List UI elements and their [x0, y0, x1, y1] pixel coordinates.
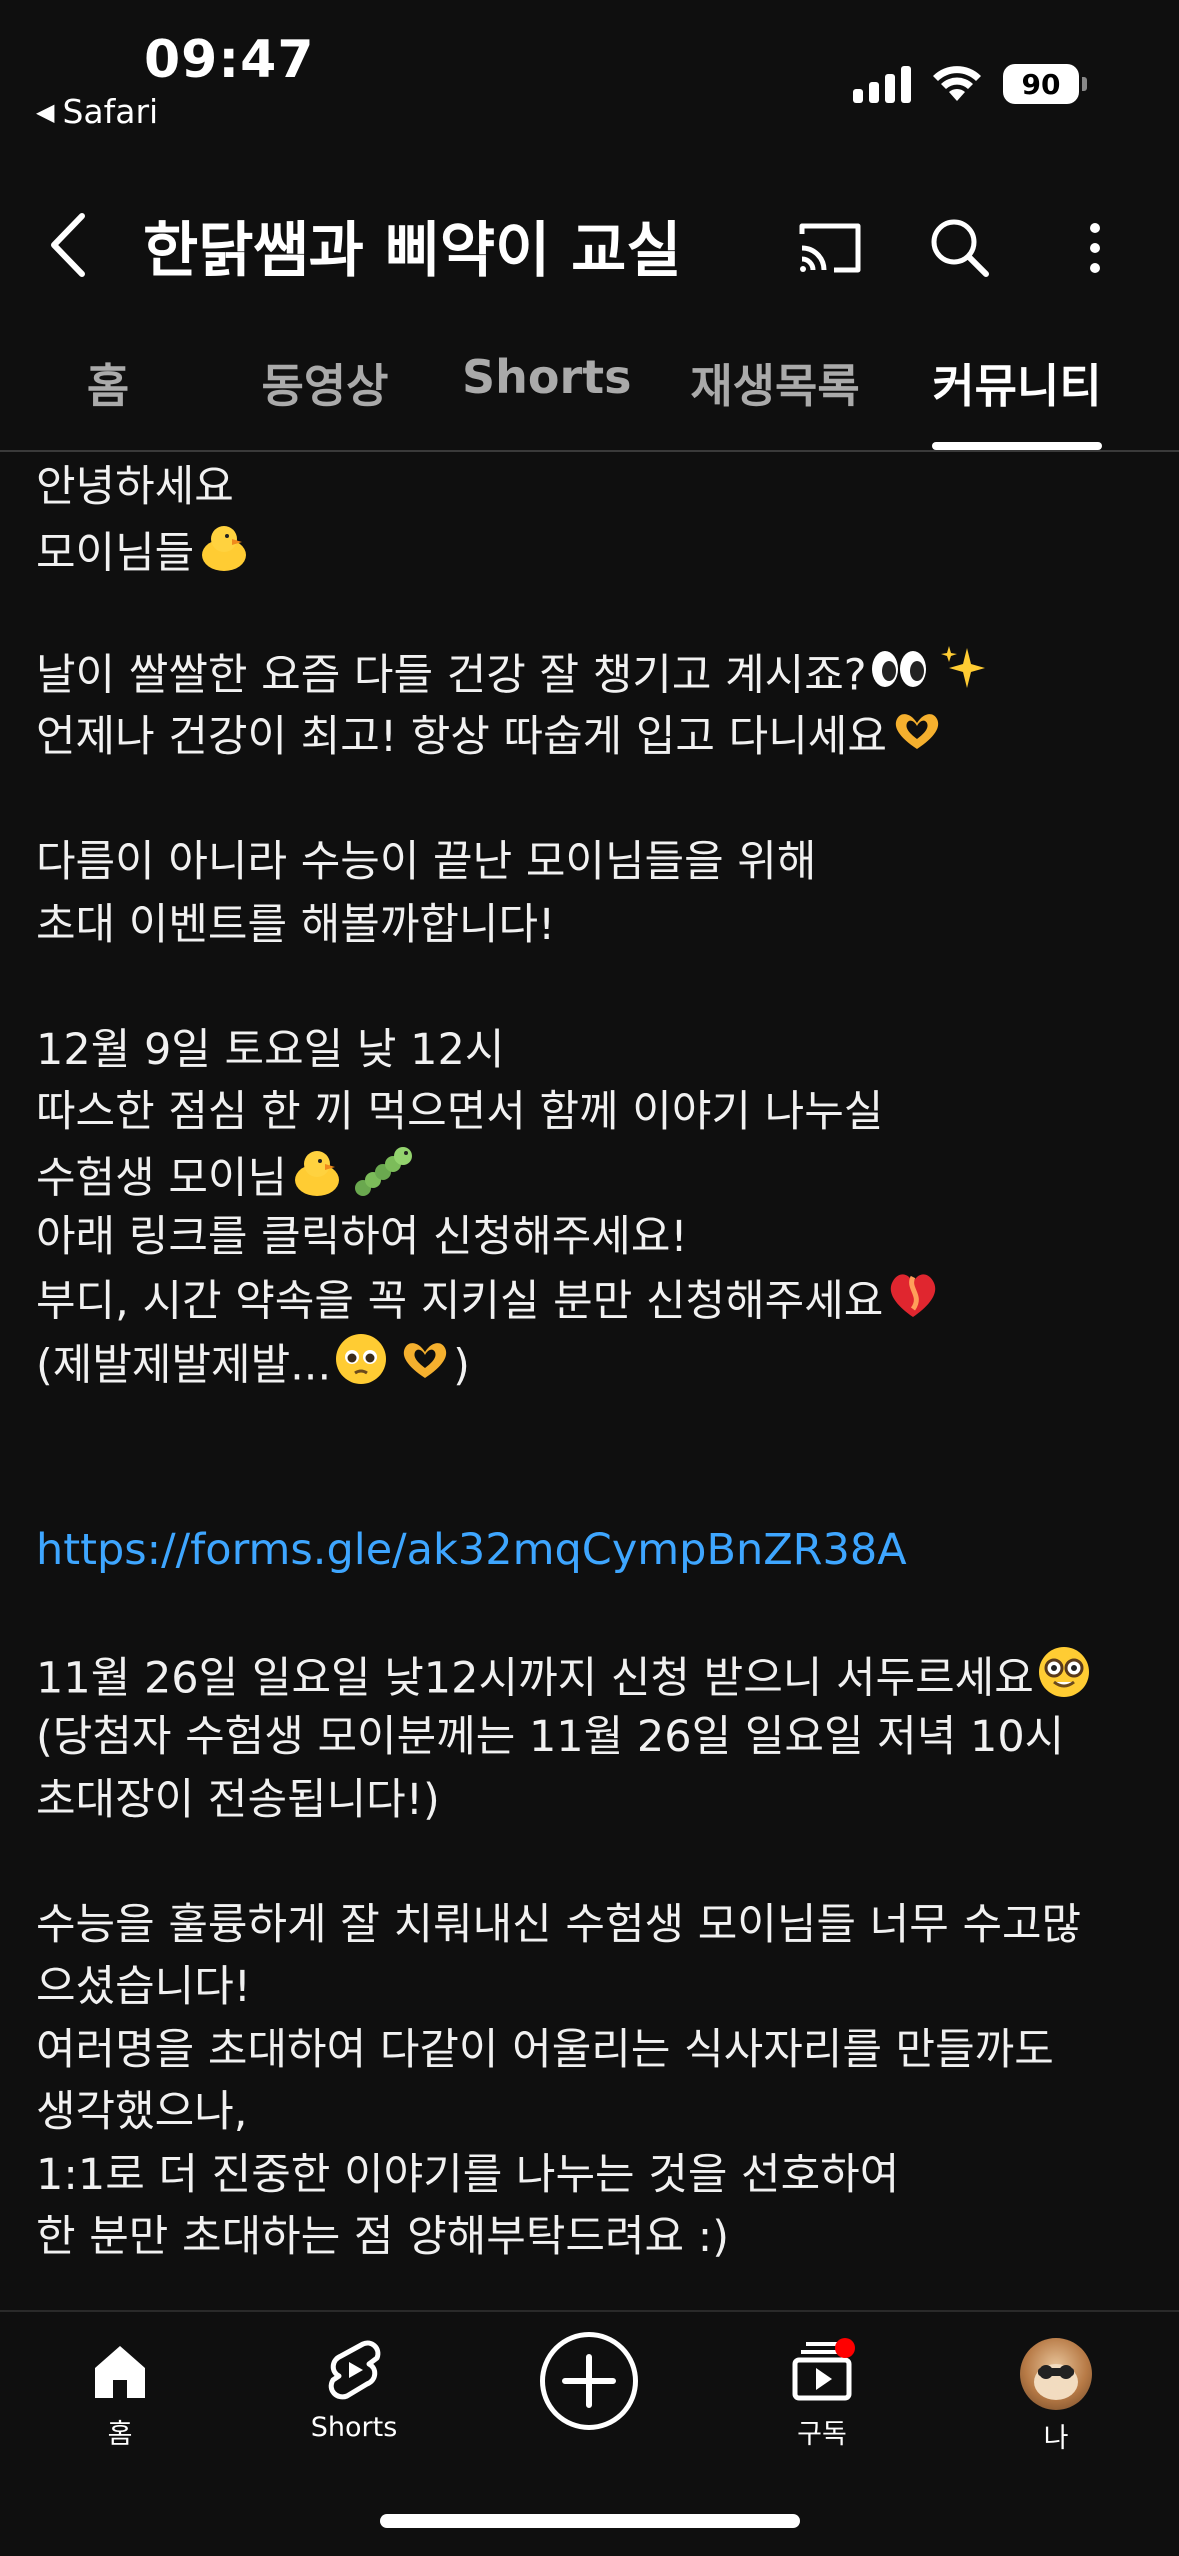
post-line: 초대장이 전송됩니다!) — [36, 1774, 440, 1825]
nav-shorts-label: Shorts — [310, 2412, 398, 2443]
post-line: 모이님들 — [36, 519, 1146, 582]
channel-tabs: 홈 동영상 Shorts 재생목록 커뮤니티 — [0, 340, 1179, 452]
post-line: 초대 이벤트를 해볼까합니다! — [36, 899, 556, 950]
post-line: 날이 쌀쌀한 요즘 다들 건강 잘 챙기고 계시죠? — [36, 644, 1146, 707]
tab-home[interactable]: 홈 — [78, 350, 138, 416]
paren-close: ) — [453, 1340, 470, 1391]
post-line: https://forms.gle/ak32mqCympBnZR38A — [36, 1519, 1146, 1582]
nav-subscriptions[interactable]: 구독 — [722, 2326, 922, 2451]
post-line: 수능을 훌륭하게 잘 치뤄내신 수험생 모이님들 너무 수고많 — [36, 1899, 1082, 1950]
heart-hands-emoji-icon — [397, 1337, 453, 1400]
cast-icon[interactable] — [790, 208, 870, 288]
post-line: 다름이 아니라 수능이 끝난 모이님들을 위해 — [36, 837, 817, 887]
community-post-body: 안녕하세요 모이님들 날이 쌀쌀한 요즘 다들 건강 잘 챙기고 계시죠? 언제… — [36, 456, 1146, 2269]
tab-videos[interactable]: 동영상 — [250, 350, 400, 416]
form-link[interactable]: https://forms.gle/ak32mqCympBnZR38A — [36, 1525, 907, 1575]
more-vert-icon[interactable] — [1055, 208, 1135, 288]
chick-emoji-icon — [196, 519, 252, 593]
post-line: 부디, 시간 약속을 꼭 지키실 분만 신청해주세요 — [36, 1269, 1146, 1332]
post-line — [36, 769, 1146, 832]
pleading-face-emoji-icon — [333, 1331, 389, 1405]
post-line — [36, 956, 1146, 1019]
status-time: 09:47 — [144, 30, 315, 90]
nav-shorts[interactable]: Shorts — [254, 2326, 454, 2443]
post-line: 안녕하세요 — [36, 462, 234, 512]
tab-shorts[interactable]: Shorts — [462, 350, 632, 404]
status-bar: 09:47 ◀ Safari 90 — [0, 0, 1179, 140]
search-icon[interactable] — [920, 208, 1000, 288]
channel-title: 한닭쌤과 삐약이 교실 — [143, 216, 682, 286]
post-line: 12월 9일 토요일 낮 12시 — [36, 1024, 505, 1075]
home-indicator — [380, 2514, 800, 2528]
status-icons: 90 — [853, 64, 1087, 104]
post-line: (제발제발제발... ) — [36, 1331, 1146, 1394]
post-line — [36, 1394, 1146, 1457]
subscriptions-icon — [792, 2338, 855, 2401]
post-line — [36, 1456, 1146, 1519]
create-button[interactable] — [540, 2332, 638, 2430]
shorts-icon — [328, 2340, 381, 2400]
back-arrow-icon[interactable] — [40, 210, 100, 280]
create-plus-icon — [562, 2354, 616, 2408]
heart-hands-emoji-icon — [889, 708, 945, 771]
nav-home[interactable]: 홈 — [20, 2326, 220, 2451]
post-line: 11월 26일 일요일 낮12시까지 신청 받으니 서두르세요 — [36, 1644, 1146, 1707]
post-line: 언제나 건강이 최고! 항상 따숩게 입고 다니세요 — [36, 706, 1146, 769]
eyes-emoji-icon — [869, 646, 929, 709]
cellular-signal-icon — [853, 65, 911, 103]
post-line — [36, 1581, 1146, 1644]
post-line: 1:1로 더 진중한 이야기를 나누는 것을 선호하여 — [36, 2149, 900, 2200]
notification-dot — [835, 2338, 855, 2358]
channel-header: 한닭쌤과 삐약이 교실 — [0, 180, 1179, 310]
post-line: 으셨습니다! — [36, 1962, 252, 2012]
battery-icon: 90 — [1003, 64, 1087, 104]
post-line: (당첨자 수험생 모이분께는 11월 26일 일요일 저녁 10시 — [36, 1712, 1065, 1762]
nav-you-label: 나 — [1043, 2423, 1069, 2454]
post-line: 한 분만 초대하는 점 양해부탁드려요 :) — [36, 2212, 730, 2262]
tab-community[interactable]: 커뮤니티 — [926, 350, 1108, 416]
nav-subscriptions-label: 구독 — [797, 2419, 847, 2450]
screen: 09:47 ◀ Safari 90 한닭쌤과 삐약이 교실 홈 동영상 Shor… — [0, 0, 1179, 2556]
post-line: 따스한 점심 한 끼 먹으면서 함께 이야기 나누실 — [36, 1087, 884, 1137]
nav-you[interactable]: 나 — [956, 2326, 1156, 2455]
back-to-safari[interactable]: ◀ Safari — [36, 92, 158, 131]
tab-playlists[interactable]: 재생목록 — [690, 350, 860, 416]
mending-heart-emoji-icon — [885, 1269, 941, 1339]
active-tab-indicator — [932, 442, 1102, 450]
wifi-icon — [933, 66, 981, 101]
nav-home-label: 홈 — [107, 2419, 133, 2450]
home-icon — [95, 2346, 145, 2398]
back-triangle-icon: ◀ — [36, 97, 55, 126]
post-line: 수험생 모이님 — [36, 1144, 1146, 1207]
back-app-label: Safari — [62, 92, 159, 131]
sparkles-emoji-icon — [939, 644, 989, 712]
avatar — [1020, 2338, 1092, 2410]
post-line: 아래 링크를 클릭하여 신청해주세요! — [36, 1212, 688, 1262]
post-line: 생각했으나, — [36, 2087, 248, 2137]
post-line — [36, 1831, 1146, 1894]
post-line: 여러명을 초대하여 다같이 어울리는 식사자리를 만들까도 — [36, 2024, 1054, 2075]
